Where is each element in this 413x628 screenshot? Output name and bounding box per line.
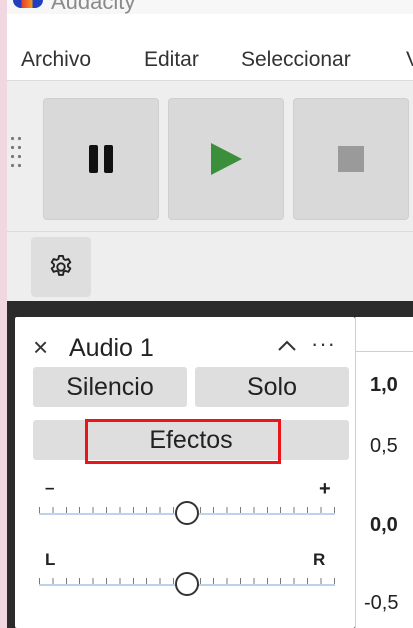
ruler-label-minus-0-5: -0,5 [364,592,399,614]
gear-icon [50,254,72,276]
gain-slider[interactable] [39,497,335,529]
pan-right-label: R [313,550,326,569]
tracks-area: × Audio 1 ··· Silencio Solo Efectos – + … [7,309,413,628]
ruler-label-1: 1,0 [370,374,398,396]
track-menu-icon[interactable]: ··· [311,331,336,357]
pan-slider-thumb[interactable] [175,572,199,596]
track-area-border [7,301,413,309]
play-icon [211,143,242,175]
menu-editar[interactable]: Editar [144,45,199,75]
gain-slider-thumb[interactable] [175,501,199,525]
stop-button[interactable] [293,98,409,220]
mute-button[interactable]: Silencio [33,367,187,407]
ruler-top-line [356,351,413,352]
title-bar: Audacity [7,0,413,14]
pan-left-label: L [45,550,56,569]
chevron-up-icon[interactable] [277,340,297,352]
stop-icon [338,146,364,172]
solo-button[interactable]: Solo [195,367,349,407]
toolbar-grip-handle[interactable] [11,137,23,171]
transport-toolbar [7,80,413,231]
track-name[interactable]: Audio 1 [69,334,154,362]
vertical-ruler: 1,0 0,5 0,0 -0,5 [355,317,413,628]
effects-button[interactable]: Efectos [33,420,349,460]
close-track-icon[interactable]: × [33,334,48,360]
audacity-logo-icon [13,0,43,8]
gain-min-label: – [45,478,55,497]
menu-bar: Archivo Editar Seleccionar V [7,40,413,80]
ruler-label-0: 0,0 [370,514,398,536]
audacity-window: Audacity Archivo Editar Seleccionar V [7,0,413,628]
app-title: Audacity [51,0,136,14]
gain-max-label: + [319,478,331,500]
pan-slider[interactable] [39,568,335,600]
menu-ver[interactable]: V [406,45,413,75]
menu-archivo[interactable]: Archivo [21,45,91,75]
pause-icon [89,145,113,173]
pause-button[interactable] [43,98,159,220]
ruler-label-0-5: 0,5 [370,435,398,457]
secondary-toolbar [7,231,413,302]
menu-seleccionar[interactable]: Seleccionar [241,45,351,75]
audio-setup-button[interactable] [31,237,91,297]
play-button[interactable] [168,98,284,220]
track-control-panel: × Audio 1 ··· Silencio Solo Efectos – + … [15,317,355,628]
